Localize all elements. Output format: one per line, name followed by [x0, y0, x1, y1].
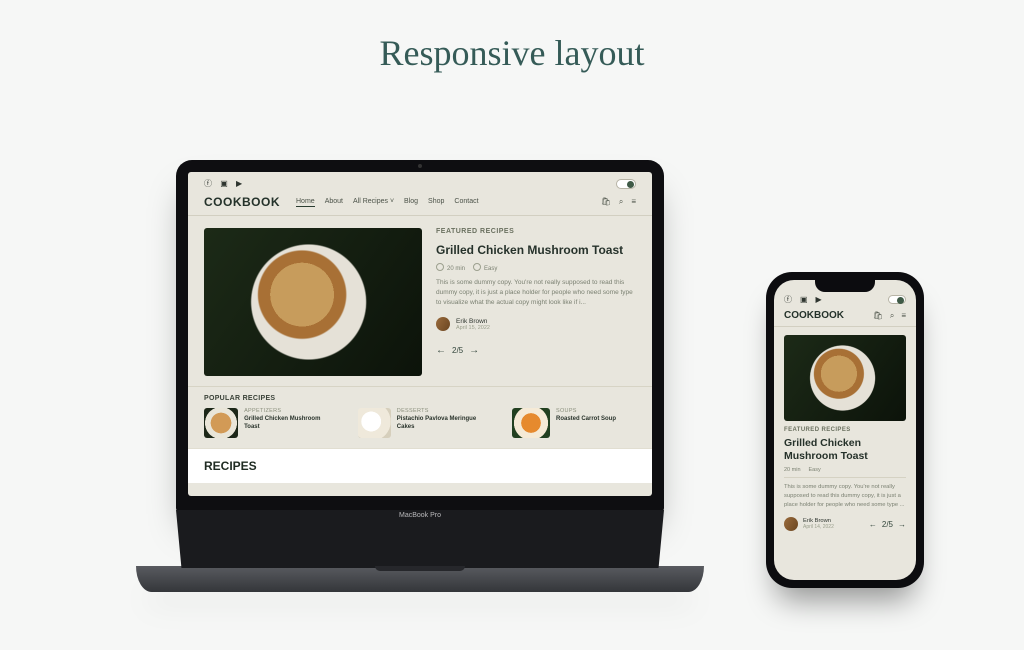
author-block[interactable]: Erik Brown April 14, 2022: [784, 517, 834, 531]
popular-category: DESSERTS: [397, 408, 482, 414]
featured-meta: 20 min Easy: [784, 467, 906, 478]
laptop-trackpad-notch: [375, 566, 465, 571]
popular-title: Pistachio Pavlova Meringue Cakes: [397, 416, 482, 431]
dark-mode-toggle[interactable]: [616, 179, 636, 189]
social-icons: ⓕ ▣ ▶: [784, 294, 828, 305]
pager: ← 2/5 →: [869, 520, 906, 529]
featured-hero: FEATURED RECIPES Grilled Chicken Mushroo…: [188, 216, 652, 386]
featured-desc: This is some dummy copy. You're not real…: [784, 483, 906, 509]
author-date: April 15, 2022: [456, 325, 490, 331]
author-block[interactable]: Erik Brown April 15, 2022: [436, 317, 636, 331]
search-icon[interactable]: ⌕: [619, 197, 623, 207]
difficulty-meta: Easy: [809, 467, 821, 473]
laptop-model-label: MacBook Pro: [399, 512, 441, 519]
main-menu: Home About All Recipes ˅ Blog Shop Conta…: [296, 198, 479, 207]
facebook-icon[interactable]: ⓕ: [204, 179, 212, 188]
featured-kicker: FEATURED RECIPES: [436, 228, 636, 235]
pager-prev[interactable]: ←: [869, 520, 877, 529]
dark-mode-toggle[interactable]: [888, 295, 906, 304]
nav-contact[interactable]: Contact: [454, 198, 478, 207]
pager-prev[interactable]: ←: [436, 345, 446, 356]
popular-heading: POPULAR RECIPES: [204, 395, 636, 402]
nav-about[interactable]: About: [325, 198, 343, 207]
recipes-section: RECIPES: [188, 448, 652, 483]
author-date: April 14, 2022: [803, 524, 834, 530]
laptop-screen: ⓕ ▣ ▶ COOKBOOK Home About All Recipes ˅ …: [188, 172, 652, 496]
featured-kicker: FEATURED RECIPES: [784, 427, 906, 433]
laptop-frame: ⓕ ▣ ▶ COOKBOOK Home About All Recipes ˅ …: [176, 160, 664, 512]
nav-recipes[interactable]: All Recipes ˅: [353, 198, 394, 207]
difficulty-meta: Easy: [473, 263, 497, 272]
popular-category: SOUPS: [556, 408, 616, 414]
author-name: Erik Brown: [456, 318, 490, 325]
featured-title[interactable]: Grilled Chicken Mushroom Toast: [784, 437, 906, 462]
popular-title: Roasted Carrot Soup: [556, 416, 616, 424]
featured-image[interactable]: [204, 228, 422, 376]
popular-section: POPULAR RECIPES APPETIZERS Grilled Chick…: [188, 386, 652, 448]
cart-icon[interactable]: 🛍︎: [601, 197, 611, 207]
search-icon[interactable]: ⌕: [890, 311, 894, 321]
facebook-icon[interactable]: ⓕ: [784, 295, 792, 304]
pager: ← 2/5 →: [436, 345, 636, 356]
popular-category: APPETIZERS: [244, 408, 328, 414]
nav-shop[interactable]: Shop: [428, 198, 444, 207]
time-meta: 20 min: [784, 467, 801, 473]
recipes-heading: RECIPES: [204, 459, 636, 473]
topbar: ⓕ ▣ ▶: [188, 172, 652, 193]
pager-count: 2/5: [452, 346, 463, 355]
popular-title: Grilled Chicken Mushroom Toast: [244, 416, 328, 431]
pager-next[interactable]: →: [469, 345, 479, 356]
nav-blog[interactable]: Blog: [404, 198, 418, 207]
phone-notch: [815, 280, 875, 292]
youtube-icon[interactable]: ▶: [815, 295, 821, 304]
page-title: Responsive layout: [0, 32, 1024, 74]
time-meta: 20 min: [436, 263, 465, 272]
laptop-mockup: ⓕ ▣ ▶ COOKBOOK Home About All Recipes ˅ …: [136, 160, 704, 592]
phone-frame: ⓕ ▣ ▶ COOKBOOK 🛍︎ ⌕ ≡ FEATURED RECIPES G…: [766, 272, 924, 588]
youtube-icon[interactable]: ▶: [236, 179, 242, 188]
popular-card[interactable]: APPETIZERS Grilled Chicken Mushroom Toas…: [204, 408, 328, 438]
phone-screen: ⓕ ▣ ▶ COOKBOOK 🛍︎ ⌕ ≡ FEATURED RECIPES G…: [774, 280, 916, 580]
social-icons: ⓕ ▣ ▶: [204, 178, 248, 189]
popular-thumb: [204, 408, 238, 438]
laptop-base: MacBook Pro: [136, 566, 704, 592]
pager-next[interactable]: →: [898, 520, 906, 529]
brand-logo[interactable]: COOKBOOK: [204, 195, 280, 209]
instagram-icon[interactable]: ▣: [800, 295, 808, 304]
featured-title[interactable]: Grilled Chicken Mushroom Toast: [436, 243, 636, 257]
menu-icon[interactable]: ≡: [631, 197, 636, 207]
nav-home[interactable]: Home: [296, 198, 315, 207]
phone-nav: COOKBOOK 🛍︎ ⌕ ≡: [774, 308, 916, 327]
nav-row: COOKBOOK Home About All Recipes ˅ Blog S…: [188, 193, 652, 216]
popular-thumb: [358, 408, 391, 438]
popular-card[interactable]: SOUPS Roasted Carrot Soup: [512, 408, 636, 438]
menu-icon[interactable]: ≡: [901, 311, 906, 321]
popular-card[interactable]: DESSERTS Pistachio Pavlova Meringue Cake…: [358, 408, 482, 438]
avatar: [436, 317, 450, 331]
featured-desc: This is some dummy copy. You're not real…: [436, 278, 636, 307]
phone-mockup: ⓕ ▣ ▶ COOKBOOK 🛍︎ ⌕ ≡ FEATURED RECIPES G…: [766, 272, 924, 588]
cart-icon[interactable]: 🛍︎: [873, 311, 883, 321]
featured-image[interactable]: [784, 335, 906, 421]
avatar: [784, 517, 798, 531]
utility-icons: 🛍︎ ⌕ ≡: [601, 197, 636, 207]
pager-count: 2/5: [882, 520, 893, 529]
brand-logo[interactable]: COOKBOOK: [784, 310, 844, 321]
instagram-icon[interactable]: ▣: [220, 179, 228, 188]
laptop-camera: [418, 164, 422, 168]
popular-thumb: [512, 408, 550, 438]
featured-meta: 20 min Easy: [436, 263, 636, 272]
